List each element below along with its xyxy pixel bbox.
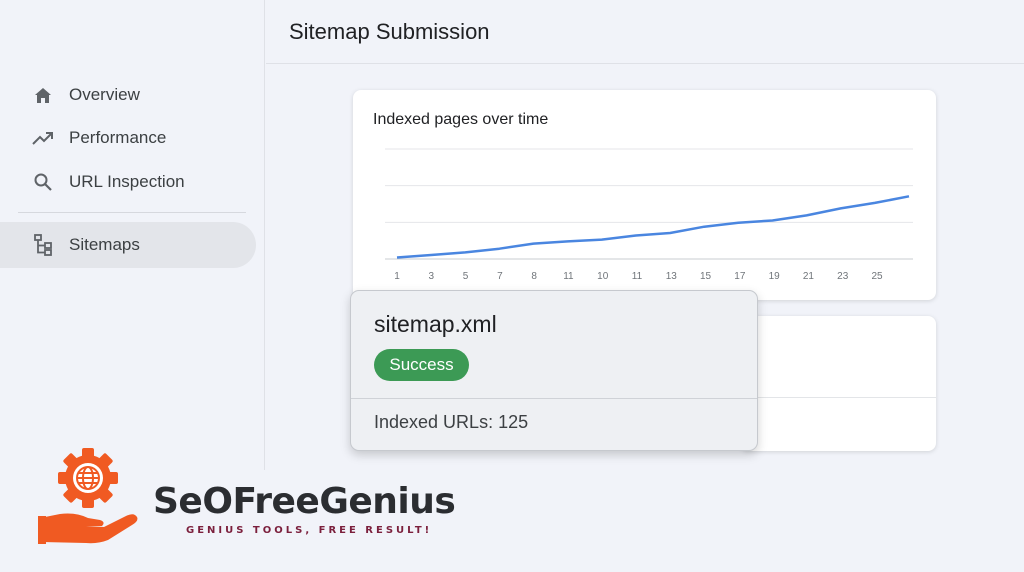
search-icon: [32, 171, 54, 193]
sidebar-item-overview[interactable]: Overview: [0, 72, 256, 118]
x-tick-label: 21: [803, 271, 815, 282]
sidebar-item-label: Overview: [69, 85, 140, 104]
sitemap-icon: [32, 234, 54, 256]
home-icon: [32, 84, 54, 106]
x-tick-label: 11: [563, 271, 574, 282]
x-tick-label: 19: [769, 271, 781, 282]
x-tick-label: 17: [734, 271, 746, 282]
trending-up-icon: [32, 127, 54, 149]
x-tick-label: 5: [463, 271, 469, 282]
brand-name: SeOFreeGenius: [153, 481, 456, 522]
x-tick-label: 8: [531, 271, 537, 282]
sidebar-item-label: Sitemaps: [69, 235, 140, 254]
details-card-divider: [740, 397, 936, 398]
x-tick-label: 3: [429, 271, 435, 282]
x-tick-label: 7: [497, 271, 503, 282]
sidebar-item-sitemaps[interactable]: Sitemaps: [0, 222, 256, 268]
brand-tagline: GENIUS TOOLS, FREE RESULT!: [186, 525, 433, 536]
popup-divider: [351, 398, 757, 399]
indexed-urls-count: Indexed URLs: 125: [374, 412, 529, 432]
x-tick-label: 25: [871, 271, 883, 282]
status-badge: Success: [374, 349, 469, 381]
sitemap-filename: sitemap.xml: [374, 311, 497, 337]
sidebar-divider: [18, 212, 246, 213]
series-line: [396, 195, 910, 259]
brand-logo-icon: [36, 446, 146, 546]
sidebar-item-label: URL Inspection: [69, 172, 185, 191]
x-tick-label: 23: [837, 271, 849, 282]
sitemap-status-popup[interactable]: sitemap.xml Success Indexed URLs: 125: [350, 290, 758, 451]
page-header: Sitemap Submission: [266, 0, 1024, 64]
page-title: Sitemap Submission: [289, 19, 490, 44]
x-tick-label: 13: [666, 271, 678, 282]
details-card: [740, 316, 936, 451]
sidebar-item-performance[interactable]: Performance: [0, 115, 256, 161]
sidebar-item-label: Performance: [69, 128, 167, 147]
x-tick-label: 10: [597, 271, 609, 282]
x-tick-label: 11: [632, 271, 643, 282]
sidebar: Overview Performance URL Inspection Site…: [0, 0, 265, 470]
line-chart: 1 3 5 7 8 11 10 11 13 15 17 19 21 23 25: [385, 148, 913, 282]
chart-card: Indexed pages over time 1 3 5 7 8 11 10 11 13 15 1…: [353, 90, 936, 300]
x-tick-label: 1: [394, 271, 400, 282]
sidebar-item-url-inspection[interactable]: URL Inspection: [0, 159, 256, 205]
x-tick-label: 15: [700, 271, 712, 282]
